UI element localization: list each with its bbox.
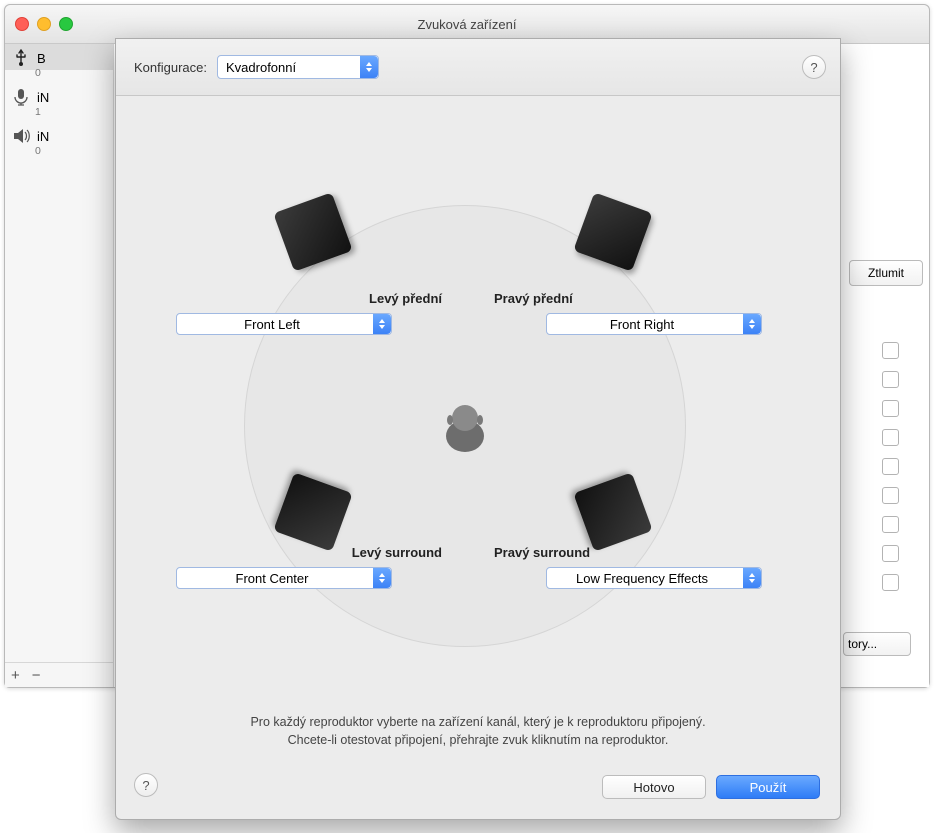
device-name: iN (37, 129, 49, 144)
label-rear-right: Pravý surround (494, 545, 694, 560)
dropdown-arrows-icon (373, 568, 391, 588)
mute-checkbox[interactable] (882, 516, 899, 533)
mute-checkboxes (882, 342, 899, 591)
device-sub: 0 (35, 145, 113, 157)
instructions-line: Pro každý reproduktor vyberte na zařízen… (116, 713, 840, 731)
speaker-front-left[interactable] (282, 201, 354, 273)
help-button[interactable]: ? (802, 55, 826, 79)
label-front-left: Levý přední (242, 291, 442, 306)
channel-popup-rear-right[interactable]: Low Frequency Effects (546, 567, 762, 589)
remove-device-button[interactable]: − (32, 667, 41, 684)
mute-checkbox[interactable] (882, 429, 899, 446)
label-front-right: Pravý přední (494, 291, 694, 306)
device-sub: 1 (35, 106, 113, 118)
device-name: iN (37, 90, 49, 105)
mute-checkbox[interactable] (882, 342, 899, 359)
device-name: B (37, 51, 46, 66)
apply-button[interactable]: Použít (716, 775, 820, 799)
channel-popup-front-right[interactable]: Front Right (546, 313, 762, 335)
speaker-rear-left[interactable] (282, 481, 354, 553)
right-panel-fragment: Ztlumit tory... (845, 44, 929, 687)
help-button[interactable]: ? (134, 773, 158, 797)
window-title: Zvuková zařízení (5, 17, 929, 32)
instructions-line: Chcete-li otestovat připojení, přehrajte… (116, 731, 840, 749)
speaker-config-sheet: Konfigurace: Kvadrofonní ? Levý přední P (115, 38, 841, 820)
channel-popup-front-left[interactable]: Front Left (176, 313, 392, 335)
channel-popup-rear-left[interactable]: Front Center (176, 567, 392, 589)
configure-speakers-button-fragment[interactable]: tory... (843, 632, 911, 656)
mute-checkbox[interactable] (882, 371, 899, 388)
speaker-diagram: Levý přední Pravý přední Levý surround P… (116, 109, 840, 699)
instructions: Pro každý reproduktor vyberte na zařízen… (116, 713, 840, 749)
done-button[interactable]: Hotovo (602, 775, 706, 799)
speaker-front-right[interactable] (582, 201, 654, 273)
mute-checkbox[interactable] (882, 400, 899, 417)
sheet-toolbar: Konfigurace: Kvadrofonní ? (116, 39, 840, 96)
config-value: Kvadrofonní (226, 60, 296, 75)
speaker-rear-right[interactable] (582, 481, 654, 553)
mute-column-header[interactable]: Ztlumit (849, 260, 923, 286)
sheet-buttons: Hotovo Použít (602, 775, 820, 799)
devices-sidebar: B 0 iN 1 iN 0 + − (5, 44, 114, 687)
mute-checkbox[interactable] (882, 487, 899, 504)
usb-icon (11, 48, 31, 68)
dropdown-arrows-icon (743, 568, 761, 588)
mute-checkbox[interactable] (882, 545, 899, 562)
dropdown-arrows-icon (373, 314, 391, 334)
device-sub: 0 (35, 67, 113, 79)
sidebar-footer: + − (5, 662, 113, 687)
add-device-button[interactable]: + (11, 667, 20, 684)
mic-icon (11, 87, 31, 107)
mute-checkbox[interactable] (882, 574, 899, 591)
dropdown-arrows-icon (360, 56, 378, 78)
config-label: Konfigurace: (134, 60, 207, 75)
config-popup[interactable]: Kvadrofonní (217, 55, 379, 79)
listener-icon (444, 396, 486, 456)
mute-checkbox[interactable] (882, 458, 899, 475)
dropdown-arrows-icon (743, 314, 761, 334)
speaker-icon (11, 126, 31, 146)
label-rear-left: Levý surround (242, 545, 442, 560)
